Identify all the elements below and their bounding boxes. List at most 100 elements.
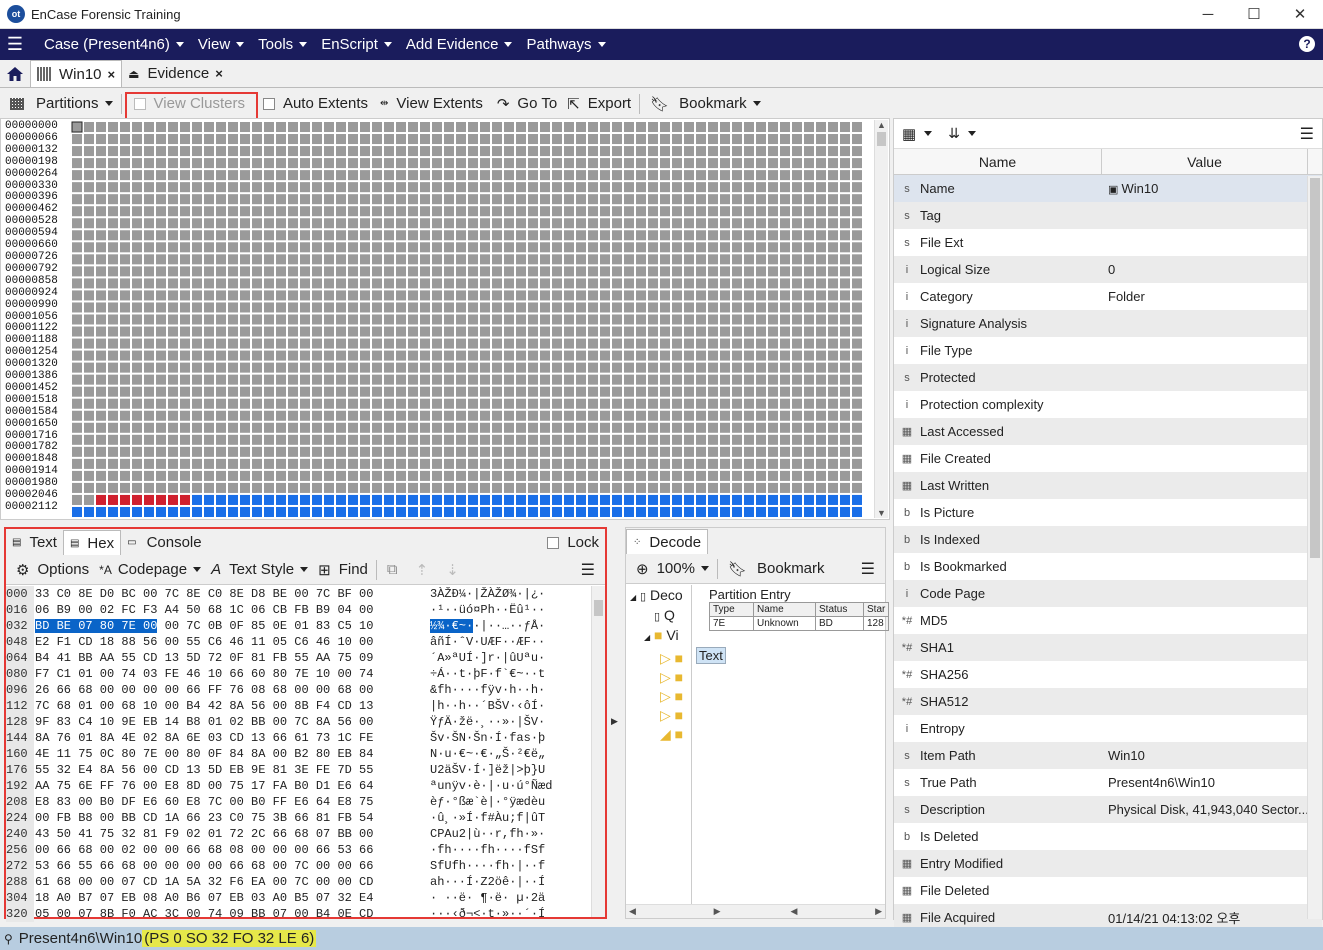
hex-bytes[interactable]: 26 66 68 00 00 00 00 66 FF 76 08 68 00 0… [34, 682, 414, 698]
hex-row[interactable]: 176 55 32 E4 8A 56 00 CD 13 5D EB 9E 81 3… [6, 762, 596, 778]
hex-row[interactable]: 032 BD BE 07 80 7E 00 00 7C 0B 0F 85 0E 0… [6, 618, 596, 634]
codepage-dropdown[interactable]: *A Codepage [99, 561, 202, 578]
property-row[interactable]: b Is Bookmarked [894, 553, 1322, 580]
menu-enscript[interactable]: EnScript [321, 36, 392, 53]
options-button[interactable]: ⚙ Options [16, 561, 89, 579]
property-row[interactable]: ▦ File Deleted [894, 877, 1322, 904]
property-row[interactable]: ▦ Last Written [894, 472, 1322, 499]
bookmark-dropdown[interactable]: 🔖︎ Bookmark [650, 95, 761, 113]
hex-bytes[interactable]: E8 83 00 B0 DF E6 60 E8 7C 00 B0 FF E6 6… [34, 794, 414, 810]
scroll-right-icon[interactable]: ▶ [714, 906, 721, 917]
properties-scrollbar[interactable] [1307, 176, 1322, 919]
zoom-dropdown[interactable]: ⊕ 100% [636, 560, 709, 578]
property-row[interactable]: ▦ Last Accessed [894, 418, 1322, 445]
lock-checkbox[interactable]: Lock [541, 530, 605, 555]
property-row[interactable]: s Description Physical Disk, 41,943,040 Se… [894, 796, 1322, 823]
hex-row[interactable]: 048 E2 F1 CD 18 88 56 00 55 C6 46 11 05 C… [6, 634, 596, 650]
hex-bytes[interactable]: BD BE 07 80 7E 00 00 7C 0B 0F 85 0E 01 8… [34, 618, 414, 634]
hex-bytes[interactable]: 4E 11 75 0C 80 7E 00 80 0F 84 8A 00 B2 8… [34, 746, 414, 762]
hex-bytes[interactable]: 7C 68 01 00 68 10 00 B4 42 8A 56 00 8B F… [34, 698, 414, 714]
hex-bytes[interactable]: 43 50 41 75 32 81 F9 02 01 72 2C 66 68 0… [34, 826, 414, 842]
find-button[interactable]: ⊞ Find [318, 561, 368, 579]
hex-ascii[interactable]: ah···Í·Z2öê·|··Í [414, 874, 545, 890]
menu-add-evidence[interactable]: Add Evidence [406, 36, 513, 53]
hex-ascii[interactable]: ·fh····fh····fSf [414, 842, 545, 858]
hex-row[interactable]: 192 AA 75 6E FF 76 00 E8 8D 00 75 17 FA B… [6, 778, 596, 794]
property-row[interactable]: *# SHA1 [894, 634, 1322, 661]
go-to-button[interactable]: ↷ Go To [497, 95, 557, 113]
hex-bytes[interactable]: 61 68 00 00 07 CD 1A 5A 32 F6 EA 00 7C 0… [34, 874, 414, 890]
hex-row[interactable]: 128 9F 83 C4 10 9E EB 14 B8 01 02 BB 00 7… [6, 714, 596, 730]
help-icon[interactable]: ? [1299, 36, 1315, 52]
disk-map-scrollbar[interactable]: ▲ ▼ [874, 120, 888, 518]
scroll-right-icon[interactable]: ▶ [875, 906, 882, 917]
hex-ascii[interactable]: ½¾·€~··|··…··ƒÅ· [414, 618, 545, 634]
hex-bytes[interactable]: 8A 76 01 8A 4E 02 8A 6E 03 CD 13 66 61 7… [34, 730, 414, 746]
folder-icon[interactable]: ▷ ■ [660, 649, 687, 668]
hex-ascii[interactable]: Šv·ŠN·Šn·Í·fas·þ [414, 730, 545, 746]
hex-ascii[interactable]: · ··ë· ¶·ë· µ·2ä [414, 890, 545, 906]
header-value[interactable]: Value [1102, 149, 1308, 174]
text-style-dropdown[interactable]: A Text Style [211, 561, 309, 578]
arrow-down-icon[interactable]: ⇣ [446, 561, 459, 579]
tab-console[interactable]: ▭ Console [121, 530, 208, 555]
hex-ascii[interactable]: ÷Á··t·þF·f`€~··t [414, 666, 545, 682]
property-row[interactable]: i Category Folder [894, 283, 1322, 310]
hex-row[interactable]: 224 00 FB B8 00 BB CD 1A 66 23 C0 75 3B 6… [6, 810, 596, 826]
property-row[interactable]: *# SHA256 [894, 661, 1322, 688]
hex-bytes[interactable]: 06 B9 00 02 FC F3 A4 50 68 1C 06 CB FB B… [34, 602, 414, 618]
partitions-dropdown[interactable]: Partitions [10, 95, 113, 112]
property-row[interactable]: b Is Picture [894, 499, 1322, 526]
decode-hscrollbar[interactable]: ◀ ▶ ◀ ▶ [626, 904, 885, 918]
property-row[interactable]: ▦ File Created [894, 445, 1322, 472]
tab-hex[interactable]: ▤ Hex [62, 530, 122, 555]
hex-row[interactable]: 256 00 66 68 00 02 00 00 66 68 08 00 00 0… [6, 842, 596, 858]
menu-pathways[interactable]: Pathways [526, 36, 606, 53]
property-row[interactable]: i Entropy [894, 715, 1322, 742]
hex-bytes[interactable]: 05 00 07 8B F0 AC 3C 00 74 09 BB 07 00 B… [34, 906, 414, 922]
hex-bytes[interactable]: B4 41 BB AA 55 CD 13 5D 72 0F 81 FB 55 A… [34, 650, 414, 666]
minimize-button[interactable]: ─ [1185, 0, 1231, 28]
hex-ascii[interactable]: ŸƒÄ·žë·¸··»·|ŠV· [414, 714, 545, 730]
panel-menu-icon[interactable]: ☰ [1300, 124, 1314, 144]
hex-bytes[interactable]: 9F 83 C4 10 9E EB 14 B8 01 02 BB 00 7C 8… [34, 714, 414, 730]
copy-icon[interactable]: ⧉ [387, 561, 398, 578]
menu-view[interactable]: View [198, 36, 245, 53]
hex-bytes[interactable]: 00 66 68 00 02 00 00 66 68 08 00 00 00 6… [34, 842, 414, 858]
hex-bytes[interactable]: 00 FB B8 00 BB CD 1A 66 23 C0 75 3B 66 8… [34, 810, 414, 826]
hex-row[interactable]: 240 43 50 41 75 32 81 F9 02 01 72 2C 66 6… [6, 826, 596, 842]
folder-icon[interactable]: ▷ ■ [660, 687, 687, 706]
export-button[interactable]: ⇱ Export [567, 95, 631, 113]
menu-tools[interactable]: Tools [258, 36, 308, 53]
property-row[interactable]: i File Type [894, 337, 1322, 364]
property-row[interactable]: s Item Path Win10 [894, 742, 1322, 769]
hex-row[interactable]: 208 E8 83 00 B0 DF E6 60 E8 7C 00 B0 FF E… [6, 794, 596, 810]
hex-ascii[interactable]: &fh····fÿv·h··h· [414, 682, 545, 698]
hex-row[interactable]: 096 26 66 68 00 00 00 00 66 FF 76 08 68 0… [6, 682, 596, 698]
hex-ascii[interactable]: ´A»ªUÍ·]r·|ûUªu· [414, 650, 545, 666]
tab-win10[interactable]: Win10 × [30, 60, 123, 87]
table-view-icon[interactable]: ▦ [902, 125, 916, 143]
tree-item-view[interactable]: ◢ ■ Vi [626, 625, 691, 645]
hex-ascii[interactable]: âñÍ·ˆV·UÆF··ÆF·· [414, 634, 545, 650]
hex-row[interactable]: 272 53 66 55 66 68 00 00 00 00 66 68 00 7… [6, 858, 596, 874]
home-icon[interactable] [0, 60, 30, 87]
header-name[interactable]: Name [894, 149, 1102, 174]
panel-menu-icon[interactable]: ☰ [581, 560, 595, 580]
hex-bytes[interactable]: 33 C0 8E D0 BC 00 7C 8E C0 8E D8 BE 00 7… [34, 586, 414, 602]
scroll-left-icon[interactable]: ◀ [629, 906, 636, 917]
folder-icon[interactable]: ◢ ■ [660, 725, 687, 744]
hex-ascii[interactable]: ªunÿv·è·|·u·ú°Ñæd [414, 778, 552, 794]
property-row[interactable]: i Code Page [894, 580, 1322, 607]
hex-ascii[interactable]: CPAu2|ù··r,fh·»· [414, 826, 545, 842]
property-row[interactable]: s Tag [894, 202, 1322, 229]
close-button[interactable]: ✕ [1277, 0, 1323, 28]
hex-rows[interactable]: 000 33 C0 8E D0 BC 00 7C 8E C0 8E D8 BE 0… [6, 586, 596, 922]
hex-bytes[interactable]: E2 F1 CD 18 88 56 00 55 C6 46 11 05 C6 4… [34, 634, 414, 650]
property-row[interactable]: s Protected [894, 364, 1322, 391]
hex-row[interactable]: 160 4E 11 75 0C 80 7E 00 80 0F 84 8A 00 B… [6, 746, 596, 762]
scroll-thumb[interactable] [1310, 178, 1320, 558]
tree-item-q[interactable]: ▯ Q [626, 605, 691, 625]
hex-ascii[interactable]: |h··h··´BŠV·‹ôÍ· [414, 698, 545, 714]
hex-row[interactable]: 304 18 A0 B7 07 EB 08 A0 B6 07 EB 03 A0 B… [6, 890, 596, 906]
